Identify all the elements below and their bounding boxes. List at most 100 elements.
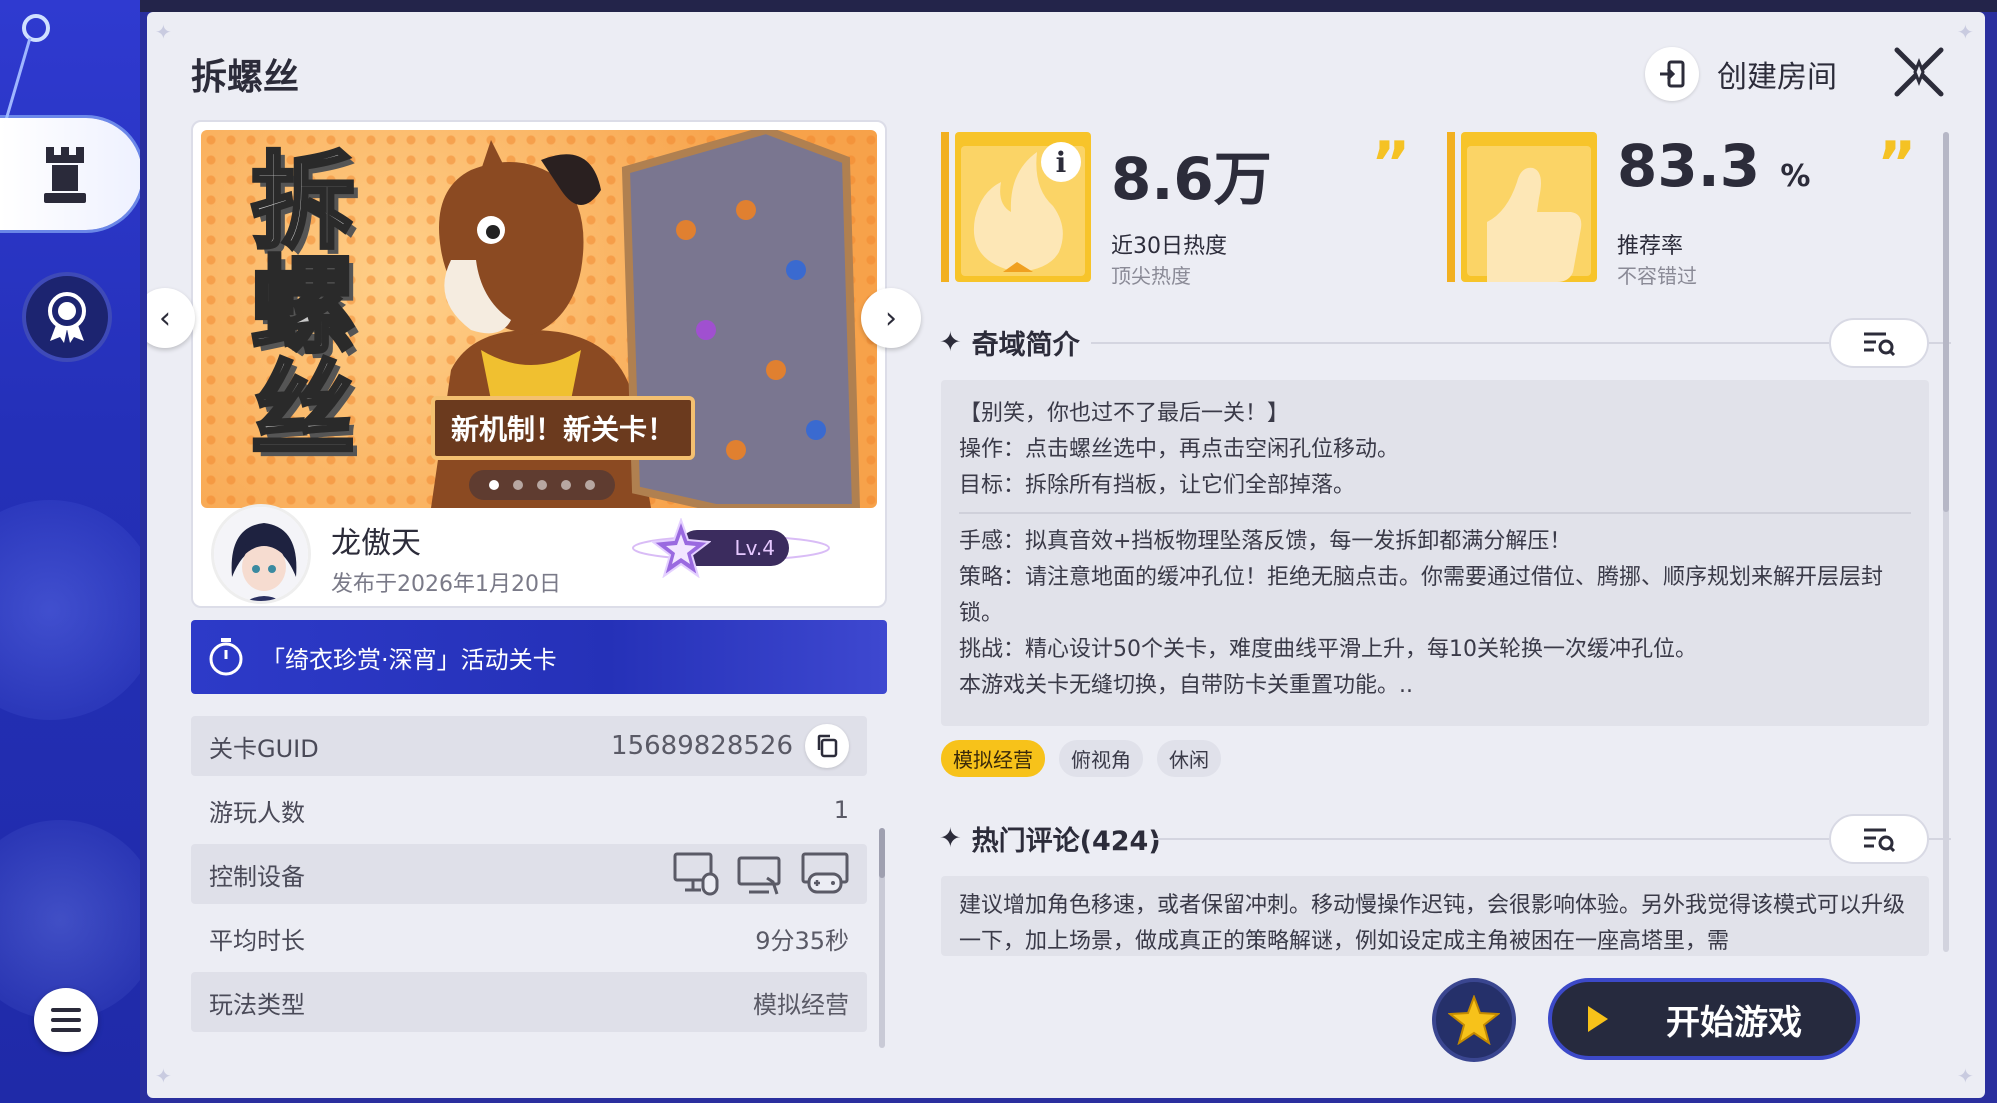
recommend-stat: 83.3 % 推荐率 不容错过 ” bbox=[1447, 129, 1933, 288]
pager-dot[interactable] bbox=[513, 480, 523, 490]
banner-art-title: 拆螺丝 bbox=[249, 141, 357, 471]
award-ribbon-icon bbox=[48, 292, 86, 343]
pc-touch-icon bbox=[737, 856, 781, 895]
duration-value: 9分35秒 bbox=[755, 926, 849, 955]
scroll-thumb[interactable] bbox=[1943, 132, 1949, 512]
pager-dot[interactable] bbox=[585, 480, 595, 490]
gamepad-icon bbox=[801, 852, 849, 894]
level-star-icon bbox=[651, 518, 711, 578]
guid-label: 关卡GUID bbox=[209, 734, 319, 763]
door-enter-icon bbox=[1645, 47, 1699, 101]
comments-section-header: ✦ 热门评论(424) bbox=[939, 818, 1161, 858]
intro-line: 策略：请注意地面的缓冲孔位！拒绝无脑点击。你需要通过借位、腾挪、顺序规划来解开层… bbox=[959, 565, 1884, 626]
genre-label: 玩法类型 bbox=[209, 990, 305, 1019]
recommend-label: 推荐率 bbox=[1617, 234, 1684, 259]
intro-line: 挑战：精心设计50个关卡，难度曲线平滑上升，每10关轮换一次缓冲孔位。 bbox=[959, 637, 1697, 662]
level-banner-image[interactable]: 拆螺丝 新机制！新关卡！ bbox=[201, 130, 877, 508]
chess-rook-icon bbox=[44, 147, 86, 203]
start-game-button[interactable]: 开始游戏 bbox=[1548, 978, 1860, 1060]
device-label: 控制设备 bbox=[209, 862, 305, 891]
sidebar-tab-levels[interactable] bbox=[0, 118, 140, 230]
author-avatar[interactable] bbox=[211, 504, 311, 604]
intro-section-header: ✦ 奇域简介 bbox=[939, 322, 1080, 362]
banner-art-tagline: 新机制！新关卡！ bbox=[431, 396, 696, 460]
publish-date: 发布于2026年1月20日 bbox=[331, 572, 561, 597]
genre-value: 模拟经营 bbox=[753, 990, 849, 1019]
level-detail-panel: ✦ ✦ ✦ ✦ 拆螺丝 创建房间 拆螺丝 新机制！新关卡！ 龙傲天 发布于202… bbox=[147, 12, 1985, 1098]
intro-search-button[interactable] bbox=[1829, 318, 1929, 368]
intro-section-title: 奇域简介 bbox=[971, 329, 1080, 361]
list-search-icon bbox=[1864, 332, 1896, 356]
close-x-icon[interactable] bbox=[1887, 40, 1951, 104]
copy-guid-button[interactable] bbox=[805, 724, 849, 768]
cut-row-label: ... bbox=[209, 1052, 232, 1056]
scroll-thumb[interactable] bbox=[879, 828, 885, 878]
hamburger-menu-icon bbox=[51, 1008, 81, 1032]
tag-chip[interactable]: 模拟经营 bbox=[941, 740, 1045, 777]
pager-dot[interactable] bbox=[537, 480, 547, 490]
players-label: 游玩人数 bbox=[209, 798, 305, 827]
thread-decoration bbox=[4, 14, 50, 121]
pager-dot[interactable] bbox=[489, 480, 499, 490]
recommend-sub: 不容错过 bbox=[1617, 264, 1697, 288]
chevron-left-icon: ‹ bbox=[159, 300, 171, 336]
author-level-badge: Lv.4 bbox=[631, 516, 831, 578]
guid-value: 15689828526 bbox=[611, 731, 793, 761]
comments-section-title: 热门评论(424) bbox=[971, 825, 1161, 857]
players-value: 1 bbox=[833, 796, 849, 824]
sparkle-icon: ✦ bbox=[939, 822, 962, 854]
info-scrollbar[interactable] bbox=[879, 828, 885, 1048]
list-search-icon bbox=[1864, 828, 1896, 852]
start-game-label: 开始游戏 bbox=[1666, 1002, 1802, 1043]
create-room-button[interactable]: 创建房间 bbox=[1645, 46, 1837, 102]
heat-sub: 顶尖热度 bbox=[1111, 264, 1191, 288]
sidebar-glow bbox=[0, 500, 140, 720]
info-row-duration: 平均时长 9分35秒 bbox=[191, 908, 867, 968]
quote-mark-icon: ” bbox=[1877, 129, 1917, 199]
info-row-guid: 关卡GUID 15689828526 bbox=[191, 716, 867, 776]
page-title: 拆螺丝 bbox=[191, 57, 300, 98]
intro-line: 操作：点击螺丝选中，再点击空闲孔位移动。 bbox=[959, 437, 1400, 462]
section-divider bbox=[1091, 342, 1951, 344]
comment-item[interactable]: 建议增加角色移速，或者保留冲刺。移动慢操作迟钝，会很影响体验。另外我觉得该模式可… bbox=[941, 876, 1929, 956]
recommend-unit: % bbox=[1780, 159, 1811, 194]
info-row-genre: 玩法类型 模拟经营 bbox=[191, 972, 867, 1032]
banner-pager[interactable] bbox=[469, 470, 615, 500]
tag-chip[interactable]: 俯视角 bbox=[1059, 740, 1143, 777]
level-info-table: 关卡GUID 15689828526 游玩人数 1 控制设备 平均时长 9分35… bbox=[191, 716, 867, 1056]
pager-dot[interactable] bbox=[561, 480, 571, 490]
tag-chip[interactable]: 休闲 bbox=[1157, 740, 1221, 777]
duration-label: 平均时长 bbox=[209, 926, 305, 955]
star-icon bbox=[1448, 995, 1500, 1045]
intro-line: 手感：拟真音效+挡板物理坠落反馈，每一发拆卸都满分解压！ bbox=[959, 529, 1572, 554]
banner-prev-button[interactable]: ‹ bbox=[147, 288, 195, 348]
corner-sparkle-icon: ✦ bbox=[1957, 20, 1974, 44]
sidebar-tab-achievements[interactable] bbox=[22, 272, 112, 362]
favorite-button[interactable] bbox=[1432, 978, 1516, 1062]
info-row-cut: ... bbox=[191, 1036, 867, 1056]
info-row-players: 游玩人数 1 bbox=[191, 780, 867, 840]
comment-text: 建议增加角色移速，或者保留冲刺。移动慢操作迟钝，会很影响体验。另外我觉得该模式可… bbox=[959, 893, 1906, 954]
intro-text-box: 【别笑，你也过不了最后一关！】 操作：点击螺丝选中，再点击空闲孔位移动。 目标：… bbox=[941, 380, 1929, 726]
intro-divider bbox=[959, 512, 1911, 514]
event-label: 「绮衣珍赏·深宵」活动关卡 bbox=[261, 645, 557, 674]
top-strip bbox=[140, 0, 1997, 12]
copy-icon bbox=[817, 734, 838, 758]
banner-next-button[interactable]: › bbox=[861, 288, 921, 348]
event-banner[interactable]: 「绮衣珍赏·深宵」活动关卡 bbox=[191, 620, 887, 694]
svg-text:i: i bbox=[1056, 146, 1067, 179]
thumbs-up-icon bbox=[1447, 132, 1597, 282]
info-row-devices: 控制设备 bbox=[191, 844, 867, 904]
author-name[interactable]: 龙傲天 bbox=[331, 518, 421, 562]
chevron-right-icon: › bbox=[885, 300, 897, 336]
stopwatch-icon bbox=[209, 638, 243, 676]
comments-search-button[interactable] bbox=[1829, 814, 1929, 864]
left-sidebar bbox=[0, 0, 140, 1103]
heat-label: 近30日热度 bbox=[1111, 234, 1227, 259]
recommend-value: 83.3 % bbox=[1617, 132, 1810, 200]
menu-button[interactable] bbox=[34, 988, 98, 1052]
heat-stat: i 8.6万 近30日热度 顶尖热度 ” bbox=[941, 132, 1427, 288]
sparkle-icon: ✦ bbox=[939, 326, 962, 358]
content-scrollbar[interactable] bbox=[1943, 132, 1949, 952]
recommend-number: 83.3 bbox=[1617, 132, 1761, 200]
